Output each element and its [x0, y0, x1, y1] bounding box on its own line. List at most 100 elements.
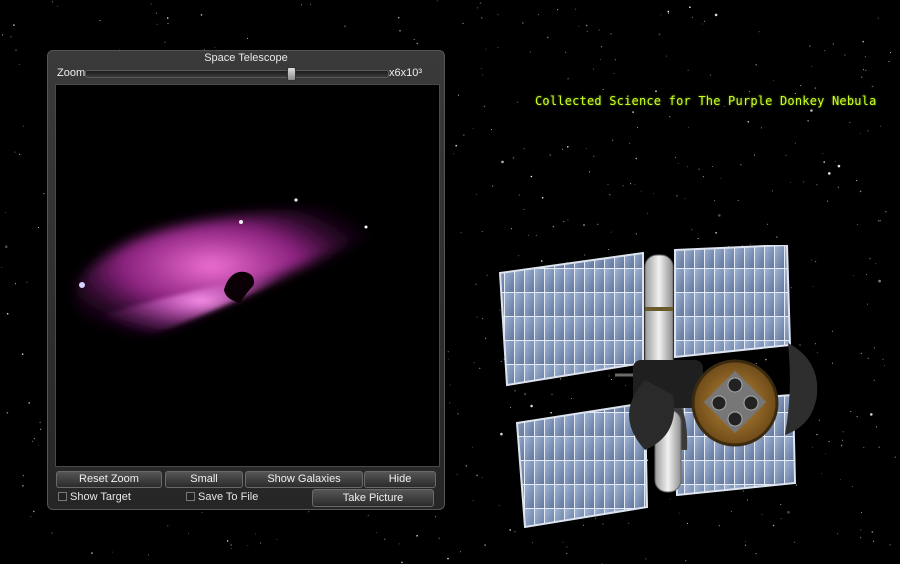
star [485, 48, 487, 50]
hide-button[interactable]: Hide [364, 471, 436, 488]
star [99, 19, 101, 21]
star [413, 39, 415, 40]
space-telescope-window: Space Telescope Zoom x6x10³ Reset Zoom S… [47, 50, 445, 510]
star [535, 235, 537, 236]
star [4, 245, 8, 248]
window-title: Space Telescope [204, 52, 288, 64]
star [501, 160, 504, 164]
star [255, 533, 257, 535]
star [91, 552, 93, 554]
checkbox-box[interactable] [58, 491, 67, 501]
star [589, 171, 591, 173]
star [873, 379, 875, 381]
star [593, 155, 595, 157]
star [585, 24, 588, 27]
star [660, 14, 662, 16]
star [859, 133, 861, 134]
star [860, 537, 862, 539]
star [514, 531, 516, 533]
zoom-slider[interactable] [85, 67, 389, 81]
star [541, 197, 544, 199]
star [33, 510, 35, 513]
star [890, 52, 892, 54]
star [575, 8, 577, 10]
star [490, 129, 492, 131]
star [807, 120, 809, 122]
star [602, 89, 604, 90]
star [825, 453, 827, 455]
star [667, 10, 670, 13]
star [601, 46, 603, 48]
star [608, 193, 611, 196]
star [480, 68, 482, 69]
star [863, 69, 864, 71]
checkbox-box[interactable] [186, 491, 195, 501]
star [889, 544, 891, 546]
reset-zoom-button[interactable]: Reset Zoom [56, 471, 162, 488]
star [10, 36, 12, 38]
star [828, 441, 830, 443]
star [629, 142, 631, 144]
show-target-checkbox[interactable]: Show Target [58, 491, 131, 503]
save-to-file-checkbox[interactable]: Save To File [186, 491, 258, 503]
star [658, 33, 661, 35]
star [634, 183, 636, 185]
star [37, 227, 39, 228]
small-button[interactable]: Small [165, 471, 243, 488]
star [755, 553, 757, 555]
star [111, 551, 113, 553]
star [849, 121, 851, 123]
star [837, 164, 841, 168]
show-galaxies-button[interactable]: Show Galaxies [245, 471, 363, 488]
star [842, 439, 844, 441]
star [737, 200, 739, 201]
star [692, 16, 693, 18]
star [867, 130, 869, 132]
star [811, 65, 813, 67]
star [676, 195, 678, 197]
star [51, 532, 53, 534]
star [562, 541, 564, 543]
star [276, 539, 278, 540]
star [822, 152, 824, 154]
star [226, 540, 229, 542]
star [476, 7, 478, 9]
star [744, 544, 746, 546]
star [882, 358, 884, 360]
star [828, 172, 831, 175]
nebula-image [76, 198, 377, 342]
star [567, 77, 569, 80]
collected-science-label: Collected Science for The Purple Donkey … [535, 94, 877, 108]
telescope-viewport[interactable] [55, 84, 440, 467]
star [869, 257, 871, 260]
star [300, 4, 302, 6]
star [635, 233, 637, 235]
star [856, 416, 858, 418]
star [56, 5, 58, 7]
star [839, 479, 841, 481]
star [164, 41, 166, 43]
star [640, 190, 642, 192]
take-picture-button[interactable]: Take Picture [312, 489, 434, 507]
star [460, 232, 462, 234]
star [549, 154, 551, 156]
zoom-slider-thumb[interactable] [287, 67, 297, 81]
star [586, 31, 588, 32]
star [809, 45, 811, 47]
star [516, 101, 518, 103]
star [482, 74, 484, 76]
star [19, 153, 21, 155]
star [201, 512, 203, 513]
star [375, 532, 377, 533]
star [449, 402, 451, 404]
star [794, 541, 796, 543]
star [685, 560, 687, 562]
star [200, 14, 203, 16]
star [771, 190, 773, 192]
star [22, 485, 24, 487]
star [512, 157, 515, 159]
star [30, 516, 32, 518]
star [18, 64, 20, 66]
star [473, 362, 475, 364]
star [720, 178, 722, 179]
